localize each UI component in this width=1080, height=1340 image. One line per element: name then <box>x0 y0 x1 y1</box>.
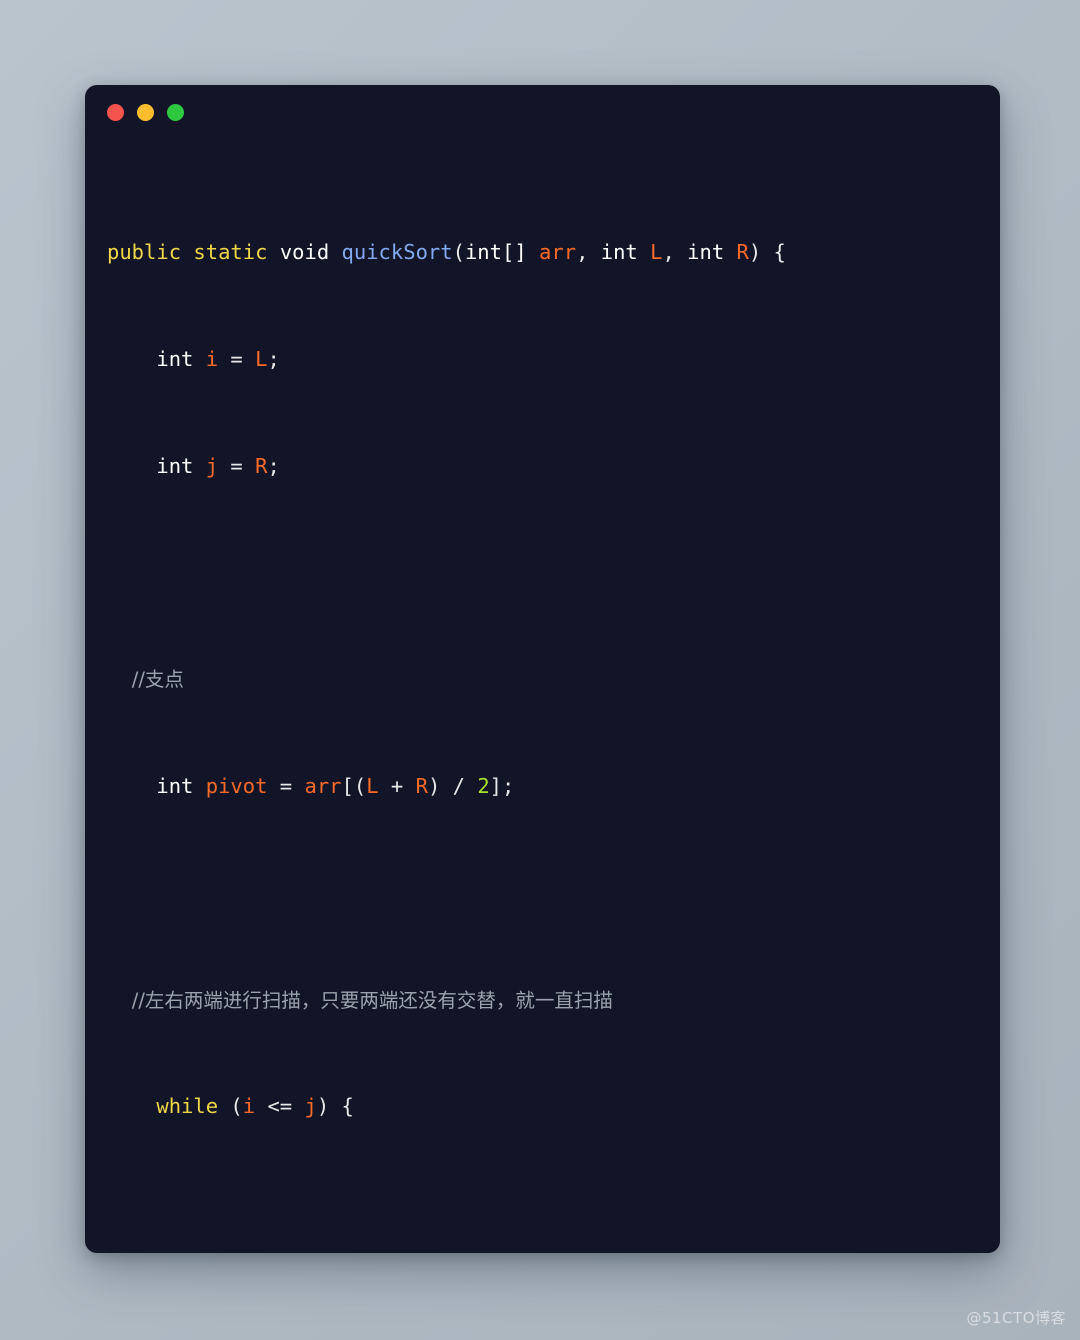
code-line-8: //左右两端进行扫描，只要两端还没有交替，就一直扫描 <box>107 987 990 1014</box>
token-var-pivot: pivot <box>205 774 268 799</box>
token-type-void: void <box>279 240 330 265</box>
token-punct: , <box>576 240 601 265</box>
code-line-3: int j = R; <box>107 453 990 480</box>
code-line-5: //支点 <box>107 666 990 693</box>
minimize-window-button[interactable] <box>137 104 154 121</box>
token-type-int: int <box>687 240 737 265</box>
code-line-1: public static void quickSort(int[] arr, … <box>107 239 990 266</box>
token-var-j: j <box>304 1094 317 1119</box>
maximize-window-button[interactable] <box>167 104 184 121</box>
token-type-int: int <box>107 453 206 478</box>
token-keyword-while: while <box>156 1094 219 1119</box>
token-var-r: R <box>415 774 428 799</box>
token-var-r: R <box>255 453 268 478</box>
token-punct: = <box>218 453 256 478</box>
close-window-button[interactable] <box>107 104 124 121</box>
token-punct: ; <box>267 346 280 371</box>
window-titlebar <box>107 104 184 121</box>
token-punct: ) { <box>316 1094 354 1119</box>
token-punct: ( <box>452 240 465 265</box>
token-type-int: int <box>600 240 651 265</box>
token-comment: //左右两端进行扫描，只要两端还没有交替，就一直扫描 <box>107 988 613 1012</box>
code-block: public static void quickSort(int[] arr, … <box>107 159 990 1253</box>
token-keyword-public: public <box>107 240 182 265</box>
token-operator: <= <box>255 1094 305 1119</box>
token-type-int: int <box>107 774 206 799</box>
token-punct: = <box>267 774 305 799</box>
token-var-l: L <box>650 240 663 265</box>
token-punct: ]; <box>489 774 515 799</box>
token-var-l: L <box>255 346 268 371</box>
token-var-i: i <box>205 346 219 371</box>
token-type-intarr: int[] <box>464 240 540 265</box>
token-punct: = <box>218 346 256 371</box>
token-punct: , <box>662 240 688 265</box>
token-var-l: L <box>366 774 379 799</box>
token-punct: ) { <box>748 240 786 265</box>
token-var-j: j <box>205 453 219 478</box>
token-comment: //支点 <box>107 668 184 692</box>
code-line-9: while (i <= j) { <box>107 1093 990 1120</box>
token-punct: + <box>378 774 416 799</box>
token-var-i: i <box>242 1094 256 1119</box>
code-screenshot-card: public static void quickSort(int[] arr, … <box>85 85 1000 1253</box>
token-var-arr: arr <box>539 240 577 265</box>
token-punct: ( <box>218 1094 243 1119</box>
token-var-arr: arr <box>304 774 342 799</box>
token-number: 2 <box>477 774 490 799</box>
token-punct: ) / <box>427 774 478 799</box>
token-type-int: int <box>107 346 206 371</box>
code-line-2: int i = L; <box>107 346 990 373</box>
watermark-label: @51CTO博客 <box>966 1309 1066 1327</box>
code-line-6: int pivot = arr[(L + R) / 2]; <box>107 773 990 800</box>
token-keyword-static: static <box>193 240 268 265</box>
token-punct: [( <box>341 774 367 799</box>
token-function-quicksort: quickSort <box>341 240 453 265</box>
token-punct: ; <box>267 453 280 478</box>
token-var-r: R <box>736 240 749 265</box>
